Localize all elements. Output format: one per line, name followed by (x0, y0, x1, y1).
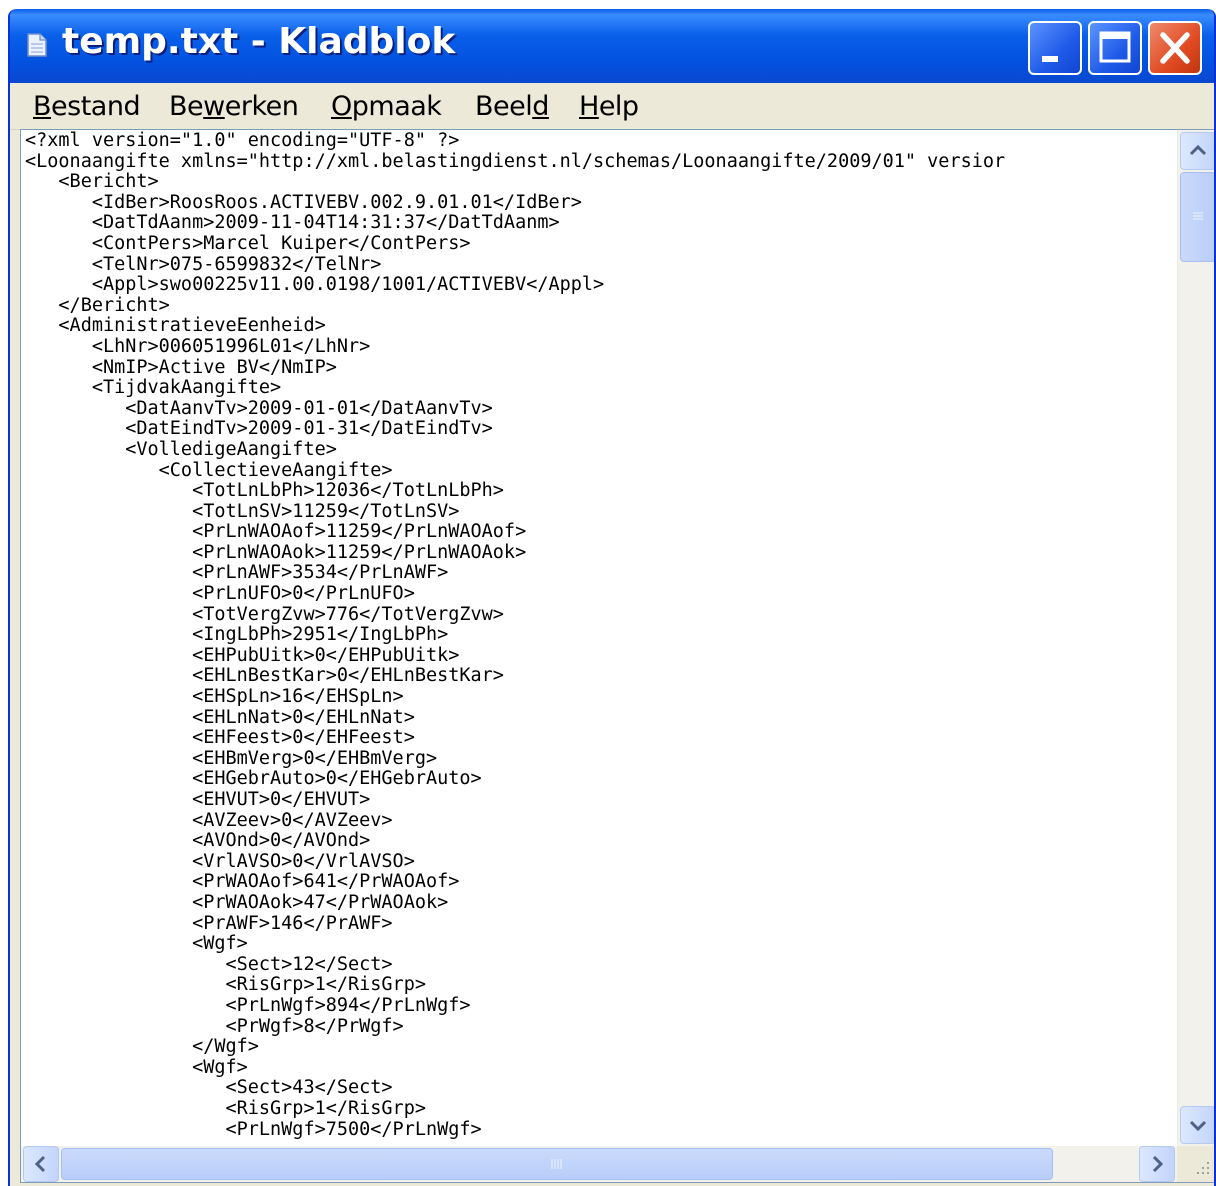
text-line: <VrlAVSO>0</VrlAVSO> (25, 850, 415, 872)
text-line: <TelNr>075-6599832</TelNr> (25, 253, 382, 275)
text-line: <AdministratieveEenheid> (25, 315, 326, 337)
menu-help[interactable]: Help (579, 91, 639, 122)
text-line: <CollectieveAangifte> (25, 459, 393, 481)
notepad-window: temp.txt - Kladblok Bestand Bewerken Opm… (8, 9, 1216, 1186)
text-line: <Appl>swo00225v11.00.0198/1001/ACTIVEBV<… (25, 274, 605, 296)
maximize-icon (1099, 31, 1131, 63)
text-line: </Wgf> (25, 1036, 259, 1058)
chevron-up-icon (1189, 144, 1207, 156)
resize-grip-icon (1197, 1162, 1209, 1174)
text-line: <AVOnd>0</AVOnd> (25, 830, 371, 852)
horizontal-scrollbar[interactable] (21, 1146, 1177, 1182)
text-line: <PrWAOAok>47</PrWAOAok> (25, 891, 449, 913)
close-icon (1160, 32, 1190, 64)
text-line: <DatAanvTv>2009-01-01</DatAanvTv> (25, 397, 493, 419)
text-line: <Wgf> (25, 933, 248, 955)
minimize-button[interactable] (1028, 21, 1082, 75)
text-line: <Wgf> (25, 1056, 248, 1078)
text-line: <LhNr>006051996L01</LhNr> (25, 335, 371, 357)
text-line: <DatTdAanm>2009-11-04T14:31:37</DatTdAan… (25, 212, 560, 234)
scroll-right-button[interactable] (1139, 1146, 1175, 1182)
text-line: <EHVUT>0</EHVUT> (25, 789, 371, 810)
text-line: <EHLnBestKar>0</EHLnBestKar> (25, 665, 504, 687)
chevron-down-icon (1189, 1120, 1207, 1132)
menu-beeld[interactable]: Beeld (475, 91, 549, 122)
text-line: <EHBmVerg>0</EHBmVerg> (25, 747, 438, 769)
text-line: <PrWAOAof>641</PrWAOAof> (25, 871, 460, 893)
text-line: <PrWgf>8</PrWgf> (25, 1015, 404, 1037)
menu-bestand[interactable]: Bestand (33, 91, 141, 122)
text-line: <TotLnSV>11259</TotLnSV> (25, 500, 460, 522)
text-line: <?xml version="1.0" encoding="UTF-8" ?> (25, 131, 460, 151)
text-line: <EHFeest>0</EHFeest> (25, 727, 415, 749)
text-line: <Sect>43</Sect> (25, 1077, 393, 1099)
text-line: <NmIP>Active BV</NmIP> (25, 356, 337, 378)
text-line: <EHGebrAuto>0</EHGebrAuto> (25, 768, 482, 790)
close-button[interactable] (1148, 21, 1202, 75)
text-line: <PrLnUFO>0</PrLnUFO> (25, 583, 415, 605)
text-line: <Bericht> (25, 171, 159, 193)
horizontal-scroll-thumb[interactable] (61, 1148, 1053, 1180)
vertical-scrollbar[interactable] (1177, 130, 1214, 1146)
text-line: <IdBer>RoosRoos.ACTIVEBV.002.9.01.01</Id… (25, 191, 582, 213)
notepad-icon[interactable] (26, 32, 48, 58)
window-title: temp.txt - Kladblok (62, 21, 456, 62)
text-line: <DatEindTv>2009-01-31</DatEindTv> (25, 418, 493, 440)
text-line: <PrLnWAOAof>11259</PrLnWAOAof> (25, 521, 527, 543)
text-line: <PrLnWgf>7500</PrLnWgf> (25, 1118, 482, 1140)
text-line: <Loonaangifte xmlns="http://xml.belastin… (25, 150, 1006, 172)
chevron-right-icon (1152, 1155, 1164, 1173)
text-line: <IngLbPh>2951</IngLbPh> (25, 624, 449, 646)
text-line: <RisGrp>1</RisGrp> (25, 974, 426, 996)
menu-opmaak[interactable]: Opmaak (331, 91, 442, 122)
text-line: <PrAWF>146</PrAWF> (25, 912, 393, 934)
text-line: <ContPers>Marcel Kuiper</ContPers> (25, 232, 471, 254)
text-line: <EHLnNat>0</EHLnNat> (25, 706, 415, 728)
text-line: <PrLnWAOAok>11259</PrLnWAOAok> (25, 541, 527, 563)
resize-grip[interactable] (1177, 1146, 1214, 1182)
text-line: <TijdvakAangifte> (25, 377, 282, 399)
document-text: <?xml version="1.0" encoding="UTF-8" ?> <… (25, 131, 1177, 1140)
minimize-icon (1042, 56, 1058, 62)
text-line: <PrLnAWF>3534</PrLnAWF> (25, 562, 449, 584)
scroll-down-button[interactable] (1180, 1106, 1214, 1144)
grip-icon (551, 1159, 562, 1169)
text-line: <RisGrp>1</RisGrp> (25, 1097, 426, 1119)
text-line: </Bericht> (25, 294, 170, 316)
maximize-button[interactable] (1088, 21, 1142, 75)
scroll-left-button[interactable] (23, 1146, 59, 1182)
text-line: <TotVergZvw>776</TotVergZvw> (25, 603, 504, 625)
text-line: <EHPubUitk>0</EHPubUitk> (25, 644, 460, 666)
text-line: <Sect>12</Sect> (25, 953, 393, 975)
menu-bar: Bestand Bewerken Opmaak Beeld Help (10, 83, 1214, 130)
menu-bewerken[interactable]: Bewerken (169, 91, 299, 122)
vertical-scroll-thumb[interactable] (1180, 172, 1214, 262)
text-line: <PrLnWgf>894</PrLnWgf> (25, 994, 471, 1016)
text-line: <AVZeev>0</AVZeev> (25, 809, 393, 831)
scroll-up-button[interactable] (1180, 132, 1214, 170)
grip-icon (1193, 212, 1203, 220)
text-line: <TotLnLbPh>12036</TotLnLbPh> (25, 480, 504, 502)
text-area[interactable]: <?xml version="1.0" encoding="UTF-8" ?> <… (25, 131, 1177, 1145)
text-line: <EHSpLn>16</EHSpLn> (25, 686, 404, 708)
chevron-left-icon (34, 1155, 46, 1173)
editor: <?xml version="1.0" encoding="UTF-8" ?> <… (20, 129, 1214, 1183)
title-bar[interactable]: temp.txt - Kladblok (10, 9, 1214, 83)
text-line: <VolledigeAangifte> (25, 438, 337, 460)
